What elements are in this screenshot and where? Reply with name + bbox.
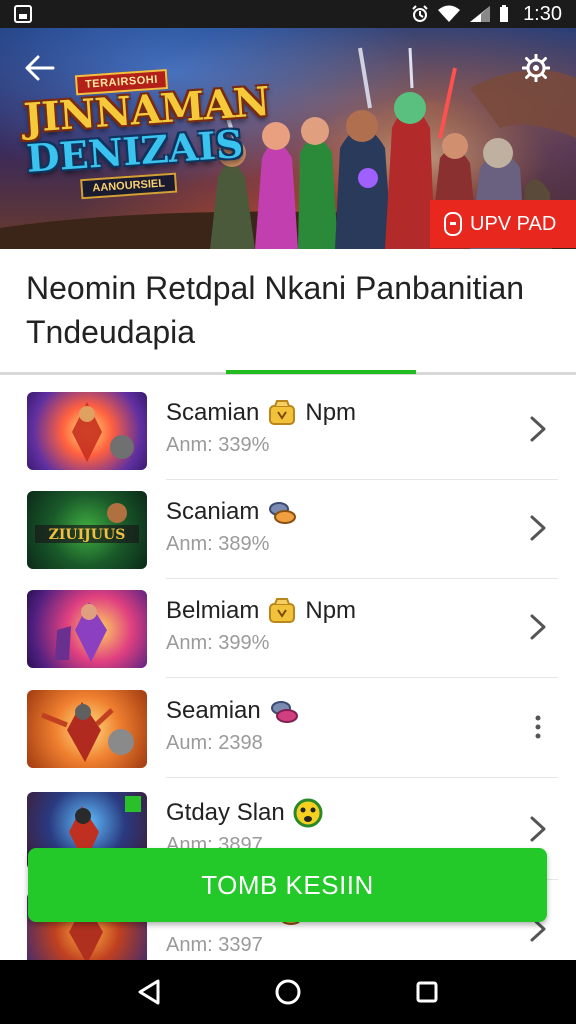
wifi-icon <box>438 5 461 22</box>
item-thumbnail <box>27 392 147 470</box>
item-subtitle: Anm: 3397 <box>166 934 263 956</box>
upv-pad-badge[interactable]: UPV PAD <box>430 200 576 248</box>
trophy-icon <box>269 400 296 425</box>
item-name: Scaniam <box>166 498 260 525</box>
svg-text:ZIUIJUUS: ZIUIJUUS <box>49 527 126 543</box>
chevron-right-icon[interactable] <box>526 414 550 444</box>
chevron-right-icon[interactable] <box>526 612 550 642</box>
alarm-icon <box>412 5 428 22</box>
trophy-icon <box>269 598 296 623</box>
item-name: Seamian <box>166 697 261 724</box>
signal-icon <box>470 6 491 22</box>
item-subtitle: Anm: 389% <box>166 533 270 555</box>
back-triangle-icon <box>138 979 160 1005</box>
item-title: Scaniam <box>166 497 297 527</box>
game-logo: TERAIRSOHI JINNAMAN DENIZAIS AANOURSIEL <box>21 65 270 229</box>
list-item[interactable]: Scamian Npm Anm: 339% <box>0 380 576 480</box>
pad-icon <box>444 212 462 236</box>
tab-indicator <box>226 370 416 374</box>
item-subtitle: Aum: 2398 <box>166 732 263 754</box>
item-subtitle: Anm: 339% <box>166 434 270 456</box>
item-suffix: Npm <box>305 399 357 426</box>
pill-icon <box>270 701 298 723</box>
logo-line2: DENIZAIS <box>24 120 245 181</box>
hero-banner: TERAIRSOHI JINNAMAN DENIZAIS AANOURSIEL … <box>0 28 576 249</box>
list-item[interactable]: Seamian Aum: 2398 <box>0 678 576 778</box>
item-title: Gtday Slan <box>166 798 323 828</box>
upv-pad-label: UPV PAD <box>470 212 557 235</box>
system-nav-bar <box>0 960 576 1024</box>
chevron-right-icon[interactable] <box>526 814 550 844</box>
item-name: Gtday Slan <box>166 799 285 826</box>
nav-home-button[interactable] <box>268 972 308 1012</box>
logo-bottom-text: AANOURSIEL <box>79 172 178 200</box>
status-icons: 1:30 <box>411 3 562 26</box>
battery-icon <box>500 5 509 22</box>
settings-button[interactable] <box>518 50 554 86</box>
item-title: Scamian Npm <box>166 398 356 428</box>
item-name: Scamian <box>166 399 260 426</box>
nav-back-button[interactable] <box>129 972 169 1012</box>
recents-square-icon <box>416 981 438 1003</box>
row-divider <box>166 777 558 778</box>
item-title: Seamian <box>166 696 299 726</box>
status-bar: 1:30 <box>0 0 576 28</box>
more-vertical-icon[interactable] <box>526 712 550 742</box>
item-thumbnail: ZIUIJUUS <box>27 491 147 569</box>
item-thumbnail <box>27 590 147 668</box>
item-thumbnail <box>27 690 147 768</box>
screenshot-icon <box>14 5 32 23</box>
page-title: Neomin Retdpal Nkani Panbanitian Tndeuda… <box>26 270 525 350</box>
gear-icon <box>522 54 550 82</box>
face-icon <box>293 798 323 828</box>
item-suffix: Npm <box>305 597 357 624</box>
item-subtitle: Anm: 399% <box>166 632 270 654</box>
status-time: 1:30 <box>523 2 562 25</box>
primary-action-button[interactable]: TOMB KESIIN <box>28 848 547 922</box>
nav-recents-button[interactable] <box>407 972 447 1012</box>
list-item[interactable]: ZIUIJUUS Scaniam Anm: 389% <box>0 479 576 579</box>
item-name: Belmiam <box>166 597 260 624</box>
item-title: Belmiam Npm <box>166 596 356 626</box>
home-circle-icon <box>275 979 301 1005</box>
chevron-right-icon[interactable] <box>526 513 550 543</box>
list-item[interactable]: Belmiam Npm Anm: 399% <box>0 578 576 678</box>
pill-icon <box>269 502 297 524</box>
